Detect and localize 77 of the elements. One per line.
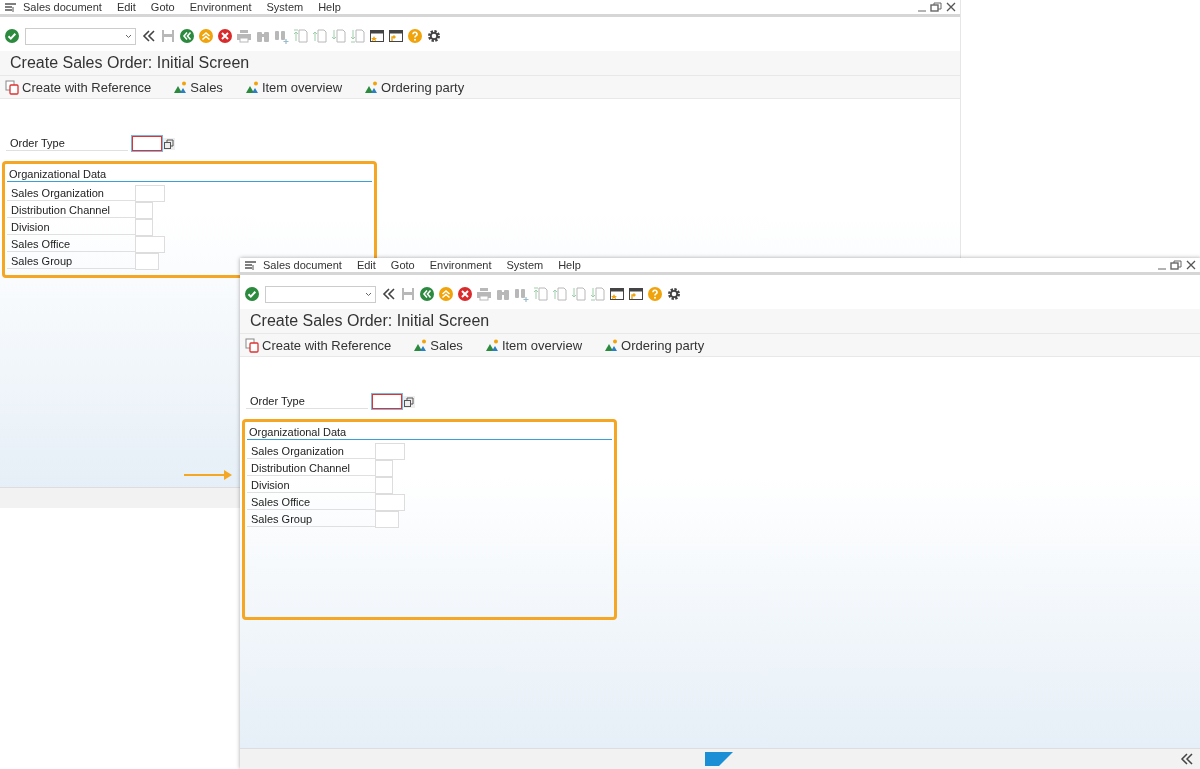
enter-check-icon[interactable] <box>4 28 20 44</box>
new-window-icon[interactable] <box>369 28 385 44</box>
logo-icon <box>705 752 733 766</box>
menu-item[interactable]: Help <box>312 1 350 13</box>
toolbar-button[interactable]: Item overview <box>244 79 343 95</box>
double-chevron-icon[interactable] <box>1180 753 1194 765</box>
input-field[interactable] <box>135 253 159 270</box>
toolbar-button[interactable]: Create with Reference <box>5 79 152 95</box>
menu-item[interactable]: Environment <box>183 1 261 13</box>
menu-item[interactable]: System <box>500 259 553 271</box>
value-help-icon[interactable] <box>163 137 175 150</box>
back-icon[interactable] <box>179 28 195 44</box>
group-title: Organizational Data <box>7 167 372 182</box>
command-field[interactable] <box>25 27 136 45</box>
group-title: Organizational Data <box>247 425 612 440</box>
command-field[interactable] <box>265 285 376 303</box>
toolbar-button[interactable]: Item overview <box>484 337 583 353</box>
caret-icon <box>365 291 372 297</box>
field-label: Order Type <box>246 394 368 409</box>
toolbar-button[interactable]: Ordering party <box>604 337 705 353</box>
enter-check-icon[interactable] <box>244 286 260 302</box>
exit-icon[interactable] <box>438 286 454 302</box>
screen-title: Create Sales Order: Initial Screen <box>250 312 490 330</box>
mountain-icon <box>484 337 500 353</box>
menu-item[interactable]: Sales document <box>17 1 111 13</box>
toolbar-button[interactable]: Ordering party <box>364 79 465 95</box>
restore-icon[interactable] <box>1170 260 1182 270</box>
value-help-icon[interactable] <box>403 395 415 408</box>
input-field[interactable] <box>375 460 393 477</box>
toolbar-button[interactable]: Create with Reference <box>245 337 392 353</box>
menu-icon[interactable] <box>244 259 257 271</box>
copy-document-icon <box>5 79 20 95</box>
input-field[interactable] <box>375 477 393 494</box>
menu-item[interactable]: Edit <box>110 1 145 13</box>
mountain-icon <box>413 337 429 353</box>
gear-icon[interactable] <box>426 28 442 44</box>
input-field[interactable] <box>135 219 153 236</box>
close-icon[interactable] <box>946 2 956 12</box>
menu-item[interactable]: Goto <box>144 1 184 13</box>
copy-document-icon <box>245 337 260 353</box>
menu-item[interactable]: Environment <box>423 259 501 271</box>
exit-icon[interactable] <box>198 28 214 44</box>
close-icon[interactable] <box>1186 260 1196 270</box>
toolbar-button[interactable]: Sales <box>413 337 463 353</box>
gear-icon[interactable] <box>666 286 682 302</box>
pointer-arrow <box>184 469 234 481</box>
input-field[interactable] <box>135 202 153 219</box>
shortcut-window-icon[interactable] <box>628 286 644 302</box>
input-field[interactable] <box>371 393 403 410</box>
menu-item[interactable]: System <box>260 1 313 13</box>
input-field[interactable] <box>131 135 163 152</box>
shortcut-window-icon[interactable] <box>388 28 404 44</box>
new-window-icon[interactable] <box>609 286 625 302</box>
double-chevron-icon[interactable] <box>381 286 397 302</box>
input-field[interactable] <box>375 511 399 528</box>
mountain-icon <box>173 79 189 95</box>
menu-item[interactable]: Help <box>552 259 590 271</box>
restore-icon[interactable] <box>930 2 942 12</box>
caret-icon <box>125 33 132 39</box>
back-icon[interactable] <box>419 286 435 302</box>
cancel-icon[interactable] <box>457 286 473 302</box>
menu-item[interactable]: Goto <box>384 259 424 271</box>
toolbar-button[interactable]: Sales <box>173 79 223 95</box>
menu-item[interactable]: Edit <box>350 259 385 271</box>
mountain-icon <box>364 79 380 95</box>
field-label: Order Type <box>6 136 128 151</box>
input-field[interactable] <box>135 236 165 253</box>
cancel-icon[interactable] <box>217 28 233 44</box>
double-chevron-icon[interactable] <box>141 28 157 44</box>
menu-item[interactable]: Sales document <box>257 259 351 271</box>
mountain-icon <box>244 79 260 95</box>
input-field[interactable] <box>375 494 405 511</box>
input-field[interactable] <box>135 185 165 202</box>
input-field[interactable] <box>375 443 405 460</box>
menu-icon[interactable] <box>4 1 17 13</box>
screen-title: Create Sales Order: Initial Screen <box>10 54 250 72</box>
mountain-icon <box>604 337 620 353</box>
